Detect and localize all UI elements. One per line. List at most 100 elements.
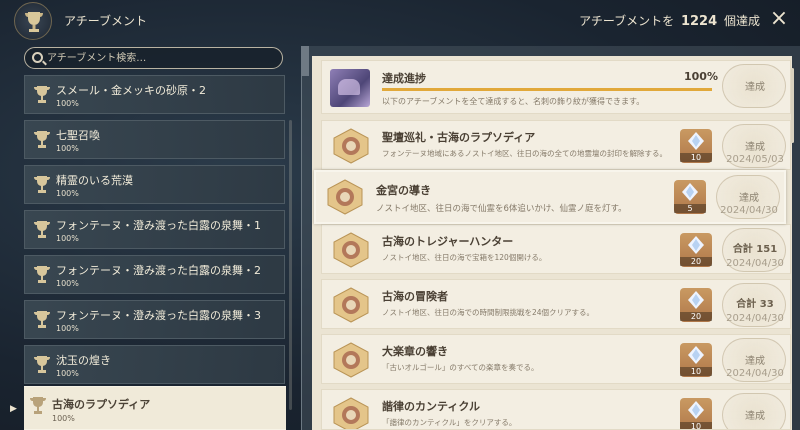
primogem-icon [688, 401, 704, 419]
achievement-description: ノストイ地区、往日の海で宝箱を120個開ける。 [382, 253, 547, 262]
header: アチーブメント アチーブメントを 1224 個達成 × [0, 0, 800, 42]
achievement-title: 古海の冒険者 [382, 290, 448, 303]
reward-count: 5 [674, 204, 706, 213]
reward-count: 10 [680, 153, 712, 162]
achievement-emblem-icon [333, 128, 369, 164]
reward-primogem: 20 [680, 233, 712, 267]
completed-stamp: 達成 2024/04/30 [722, 338, 786, 382]
status-label: 達成 [745, 411, 765, 422]
category-item[interactable]: 沈玉の煌き 100% [24, 345, 285, 384]
reward-primogem: 10 [680, 129, 712, 163]
category-item[interactable]: フォンテーヌ・澄み渡った白露の泉舞・2 100% [24, 255, 285, 294]
achievement-row[interactable]: 古海の冒険者 ノストイ地区、往日の海での時間制限挑戦を24個クリアする。 20 … [321, 279, 791, 329]
achievement-title: 諧律のカンティクル [382, 400, 481, 413]
completion-date: 2024/04/30 [720, 205, 778, 216]
category-item[interactable]: 七聖召喚 100% [24, 120, 285, 159]
reward-primogem: 5 [674, 180, 706, 214]
stamp-label: 達成 [745, 82, 765, 93]
selection-arrow-icon: ▶ [10, 404, 17, 414]
primogem-icon [682, 183, 698, 201]
achievement-emblem-icon [333, 287, 369, 323]
category-percent: 100% [52, 414, 75, 423]
category-name: 精霊のいる荒漠 [56, 174, 133, 187]
completed-stamp: 達成 2024/05/03 [722, 124, 786, 168]
achievement-total: アチーブメントを 1224 個達成 [579, 12, 760, 29]
achievement-row[interactable]: 大楽章の響き 「古いオルゴール」のすべての楽章を奏でる。 10 達成 2024/… [321, 334, 791, 384]
primogem-icon [688, 236, 704, 254]
progress-percent: 100% [684, 70, 718, 83]
category-percent: 100% [56, 189, 79, 198]
category-item[interactable]: フォンテーヌ・澄み渡った白露の泉舞・3 100% [24, 300, 285, 339]
category-percent: 100% [56, 144, 79, 153]
achievement-description: フォンテーヌ地域にあるノストイ地区、往日の海の全ての地霊壇の封印を解除する。 [382, 149, 667, 158]
trophy-icon [34, 221, 50, 238]
category-percent: 100% [56, 324, 79, 333]
achievement-emblem-icon [333, 397, 369, 429]
achievement-row[interactable]: 古海のトレジャーハンター ノストイ地区、往日の海で宝箱を120個開ける。 20 … [321, 224, 791, 274]
category-name: スメール・金メッキの砂原・2 [56, 84, 206, 97]
achievement-row[interactable]: 諧律のカンティクル 「諧律のカンティクル」をクリアする。 10 達成 [321, 389, 791, 430]
trophy-icon [34, 356, 50, 373]
category-item[interactable]: フォンテーヌ・澄み渡った白露の泉舞・1 100% [24, 210, 285, 249]
progress-suffix: 個達成 [723, 14, 760, 28]
achievement-row[interactable]: 聖壇巡礼・古海のラプソディア フォンテーヌ地域にあるノストイ地区、往日の海の全て… [321, 120, 791, 170]
achievement-trophy-icon [14, 2, 52, 40]
status-label: 達成 [745, 356, 765, 367]
progress-title: 達成進捗 [382, 72, 426, 85]
category-name: 沈玉の煌き [56, 354, 111, 367]
completed-stamp: 合計 151 2024/04/30 [722, 228, 786, 272]
category-item-selected[interactable]: 古海のラプソディア 100% [24, 386, 286, 430]
trophy-icon [30, 397, 46, 414]
achievement-title: 金宮の導き [376, 184, 431, 197]
trophy-icon [34, 266, 50, 283]
completion-date: 2024/04/30 [726, 368, 784, 379]
completed-stamp: 達成 [722, 393, 786, 429]
category-scrollbar[interactable] [289, 120, 292, 410]
category-name: フォンテーヌ・澄み渡った白露の泉舞・3 [56, 309, 261, 322]
search-icon [32, 52, 43, 63]
search-input[interactable] [47, 50, 277, 66]
category-item[interactable]: 精霊のいる荒漠 100% [24, 165, 285, 204]
reward-count: 20 [680, 257, 712, 266]
achievement-title: 大楽章の響き [382, 345, 448, 358]
category-item[interactable]: スメール・金メッキの砂原・2 100% [24, 75, 285, 114]
category-list[interactable]: スメール・金メッキの砂原・2 100% 七聖召喚 100% 精霊のいる荒漠 10… [24, 75, 286, 430]
achievement-title: 聖壇巡礼・古海のラプソディア [382, 131, 536, 144]
category-percent: 100% [56, 369, 79, 378]
achievement-description: ノストイ地区、往日の海で仙霊を6体追いかけ、仙霊ノ庭を灯す。 [376, 204, 627, 214]
status-label: 達成 [739, 193, 759, 204]
progress-prefix: アチーブメントを [579, 14, 675, 28]
achievement-description: ノストイ地区、往日の海での時間制限挑戦を24個クリアする。 [382, 308, 595, 317]
reward-primogem: 10 [680, 398, 712, 429]
reward-primogem: 10 [680, 343, 712, 377]
trophy-icon [34, 86, 50, 103]
status-label: 達成 [745, 142, 765, 153]
achievement-row-highlighted[interactable]: 金宮の導き ノストイ地区、往日の海で仙霊を6体追いかけ、仙霊ノ庭を灯す。 5 達… [314, 170, 786, 224]
completed-stamp: 達成 [722, 64, 786, 108]
category-percent: 100% [56, 99, 79, 108]
trophy-icon [34, 131, 50, 148]
achievement-title: 古海のトレジャーハンター [382, 235, 514, 248]
category-name: 古海のラプソディア [52, 398, 151, 411]
reward-count: 10 [680, 367, 712, 376]
close-button[interactable]: × [766, 6, 792, 32]
primogem-icon [688, 291, 704, 309]
category-name: 七聖召喚 [56, 129, 100, 142]
category-percent: 100% [56, 234, 79, 243]
achievement-emblem-icon [327, 179, 363, 215]
reward-primogem: 20 [680, 288, 712, 322]
primogem-icon [688, 132, 704, 150]
primogem-icon [688, 346, 704, 364]
status-label: 合計 33 [736, 299, 774, 310]
achievement-description: 「古いオルゴール」のすべての楽章を奏でる。 [382, 363, 539, 372]
completed-stamp: 達成 2024/04/30 [716, 175, 780, 219]
progress-bar-fill [382, 88, 712, 91]
category-percent: 100% [56, 279, 79, 288]
category-name: フォンテーヌ・澄み渡った白露の泉舞・2 [56, 264, 261, 277]
trophy-icon [34, 311, 50, 328]
achievement-emblem-icon [333, 342, 369, 378]
achievement-scrollbar[interactable] [791, 68, 794, 143]
completion-date: 2024/04/30 [726, 258, 784, 269]
search-bar[interactable] [24, 47, 283, 69]
category-name: フォンテーヌ・澄み渡った白露の泉舞・1 [56, 219, 261, 232]
